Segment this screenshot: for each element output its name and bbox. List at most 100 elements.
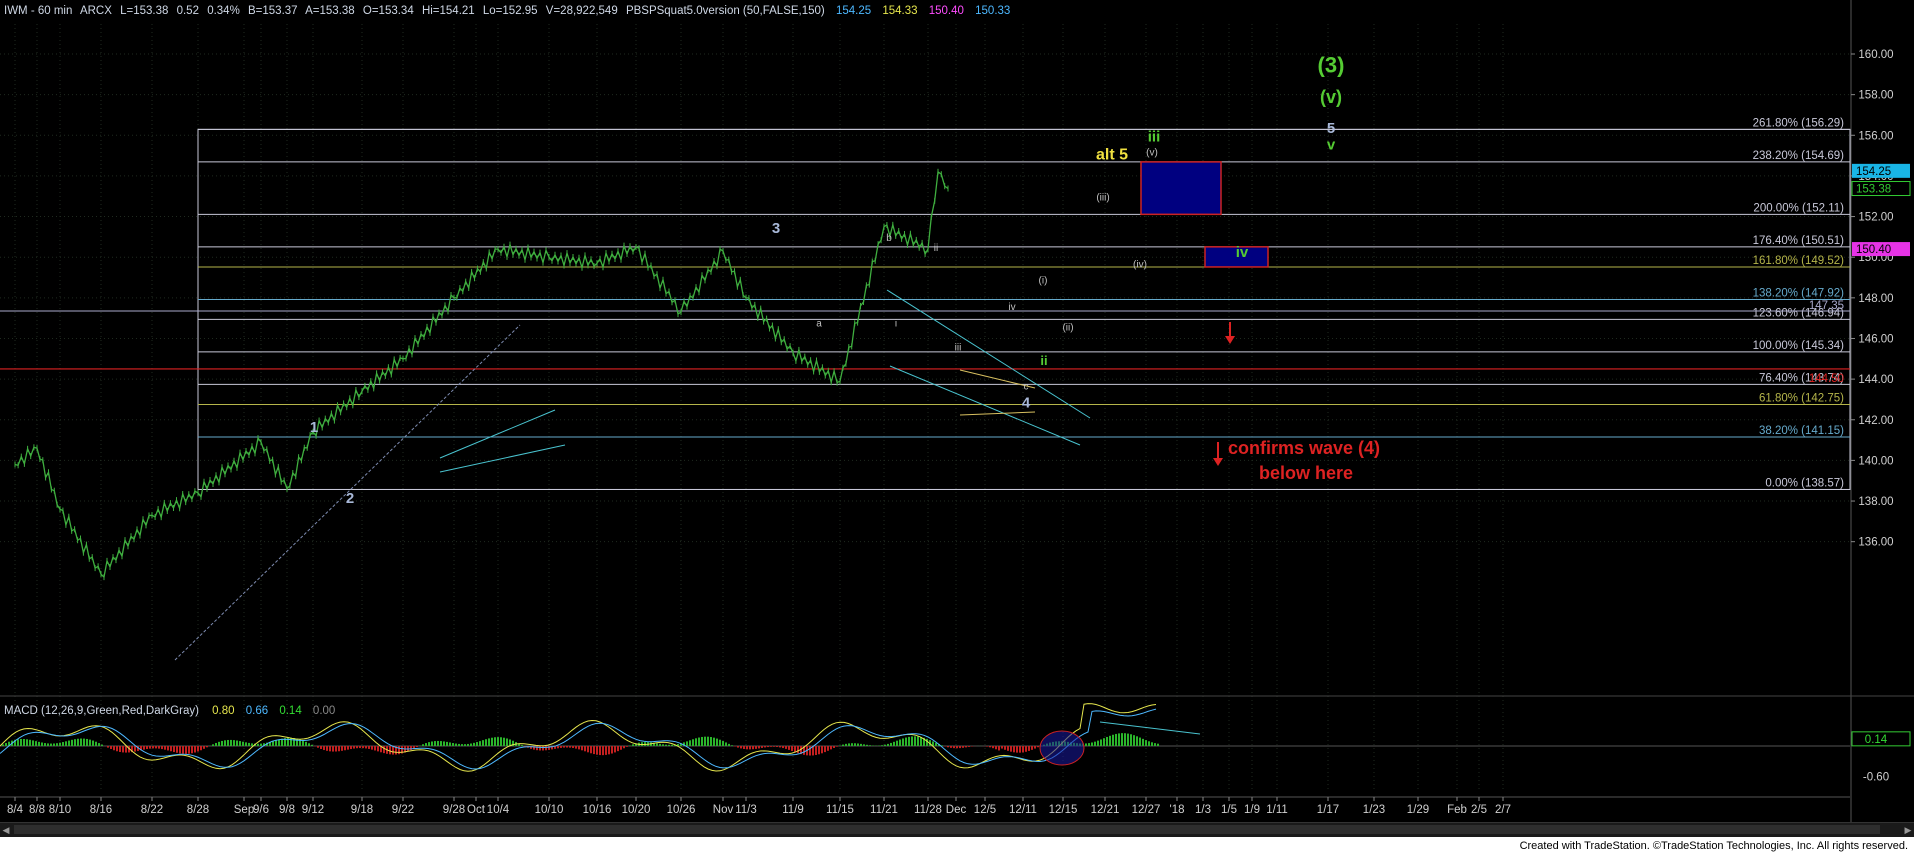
time-axis-label: 10/4 bbox=[487, 804, 510, 816]
time-axis-label: 9/6 bbox=[253, 804, 269, 816]
wave-label: (iv) bbox=[1133, 259, 1147, 270]
time-axis-label: 1/17 bbox=[1317, 804, 1339, 816]
wave-label: v bbox=[1327, 137, 1336, 154]
time-axis-label: 8/16 bbox=[90, 804, 112, 816]
wave-label: iii bbox=[955, 343, 962, 354]
wave-label: 5 bbox=[1327, 120, 1335, 137]
wave-label: c bbox=[1024, 381, 1029, 392]
time-axis-label: 11/28 bbox=[914, 804, 942, 816]
low-price: Lo=152.95 bbox=[483, 5, 538, 17]
wave-label: ii bbox=[934, 243, 938, 254]
time-axis-label: 12/5 bbox=[974, 804, 996, 816]
time-axis-label: 9/8 bbox=[279, 804, 295, 816]
time-axis-label: Dec bbox=[946, 804, 967, 816]
time-axis-label: 9/22 bbox=[392, 804, 414, 816]
symbol-label: IWM - 60 min bbox=[4, 5, 72, 17]
axis-tick-label: 140.00 bbox=[1858, 455, 1893, 467]
time-axis-label: 10/20 bbox=[622, 804, 651, 816]
time-axis-label: 8/28 bbox=[187, 804, 209, 816]
indicator-value-2: 154.33 bbox=[882, 5, 917, 17]
wave-label: (i) bbox=[1039, 276, 1048, 287]
fib-level-label: 61.80% (142.75) bbox=[1759, 393, 1844, 405]
chart-canvas[interactable]: 261.80% (156.29) 238.20% (154.69) 200.00% … bbox=[0, 0, 1914, 822]
wave-label: iv bbox=[1008, 302, 1015, 313]
time-axis-label: 11/21 bbox=[870, 804, 898, 816]
bid-price: B=153.37 bbox=[248, 5, 298, 17]
wave-label: a bbox=[816, 318, 822, 329]
time-axis-label: 8/8 bbox=[29, 804, 45, 816]
fib-level-label: 261.80% (156.29) bbox=[1753, 117, 1845, 129]
change-value: 0.52 bbox=[177, 5, 199, 17]
footer-bar: Created with TradeStation. ©TradeStation… bbox=[0, 837, 1914, 856]
axis-tick-label: 146.00 bbox=[1858, 333, 1893, 345]
price-axis[interactable]: 136.00 138.00 140.00 142.00 144.00 146.00 148.… bbox=[1850, 0, 1914, 822]
axis-marker-label: 153.38 bbox=[1856, 184, 1891, 196]
wave-label: 1 bbox=[310, 419, 318, 436]
axis-background bbox=[1851, 0, 1914, 822]
axis-tick-label: 152.00 bbox=[1858, 212, 1893, 224]
wave-label: 2 bbox=[346, 490, 354, 507]
last-price: L=153.38 bbox=[120, 5, 168, 17]
time-axis-label: Sep bbox=[234, 804, 254, 816]
macd-value-1: 0.80 bbox=[212, 705, 234, 717]
time-axis-label: 8/4 bbox=[7, 804, 24, 816]
time-axis-label: 12/21 bbox=[1091, 804, 1120, 816]
scroll-right-icon[interactable]: ▶ bbox=[1902, 823, 1914, 837]
axis-marker-label: 154.25 bbox=[1856, 166, 1891, 178]
fib-level-label: 200.00% (152.11) bbox=[1753, 202, 1844, 214]
time-axis-label: 10/10 bbox=[535, 804, 564, 816]
axis-tick-label: 138.00 bbox=[1858, 496, 1893, 508]
macd-axis-label: 0.14 bbox=[1865, 734, 1888, 746]
annotation-confirms-wave: confirms wave (4) bbox=[1228, 438, 1380, 458]
time-axis-label: Feb bbox=[1447, 804, 1467, 816]
time-axis-label: 1/29 bbox=[1407, 804, 1429, 816]
time-axis-label: '18 bbox=[1170, 804, 1185, 816]
time-axis-label: 8/10 bbox=[49, 804, 71, 816]
time-axis-label: 11/15 bbox=[826, 804, 854, 816]
scroll-left-icon[interactable]: ◀ bbox=[0, 823, 12, 837]
open-price: O=153.34 bbox=[363, 5, 414, 17]
macd-value-3: 0.14 bbox=[279, 705, 302, 717]
time-axis-label: 9/28 bbox=[443, 804, 465, 816]
change-pct: 0.34% bbox=[207, 5, 240, 17]
target-box bbox=[1140, 161, 1222, 216]
time-axis-label: 10/26 bbox=[667, 804, 696, 816]
time-axis-label: 12/15 bbox=[1049, 804, 1078, 816]
header-line: IWM - 60 min ARCX L=153.38 0.52 0.34% B=… bbox=[4, 5, 1010, 17]
axis-tick-label: 136.00 bbox=[1858, 537, 1893, 549]
exchange-label: ARCX bbox=[80, 5, 112, 17]
wave-label: (v) bbox=[1146, 148, 1158, 159]
fib-level-label: 100.00% (145.34) bbox=[1753, 340, 1845, 352]
time-axis-label: 9/18 bbox=[351, 804, 373, 816]
chart-background bbox=[0, 0, 1914, 822]
macd-value-4: 0.00 bbox=[313, 705, 335, 717]
macd-axis-label: -0.60 bbox=[1863, 772, 1889, 784]
wave-label: 4 bbox=[1022, 395, 1031, 412]
wave-label: ii bbox=[1040, 353, 1047, 368]
time-axis-label: 2/7 bbox=[1495, 804, 1511, 816]
time-axis-label: 11/9 bbox=[782, 804, 804, 816]
horizontal-scrollbar[interactable]: ◀ ▶ bbox=[0, 822, 1914, 837]
annotation-below-here: below here bbox=[1259, 463, 1353, 483]
scrollbar-thumb[interactable] bbox=[14, 825, 1880, 834]
macd-title: MACD (12,26,9,Green,Red,DarkGray) bbox=[4, 705, 199, 717]
axis-marker-label: 150.40 bbox=[1856, 244, 1891, 256]
fib-level-label: 176.40% (150.51) bbox=[1753, 235, 1845, 247]
volume-value: V=28,922,549 bbox=[546, 5, 618, 17]
axis-tick-label: 160.00 bbox=[1858, 49, 1893, 61]
macd-value-2: 0.66 bbox=[246, 705, 268, 717]
fib-level-label: 161.80% (149.52) bbox=[1753, 255, 1845, 267]
wave-label: i bbox=[895, 318, 897, 329]
wave-label: (v) bbox=[1320, 87, 1342, 107]
time-axis-label: 1/23 bbox=[1363, 804, 1385, 816]
wave-label: (iii) bbox=[1096, 192, 1109, 203]
price-chart[interactable]: 261.80% (156.29) 238.20% (154.69) 200.00% … bbox=[0, 0, 1914, 856]
time-axis-label: 1/11 bbox=[1266, 804, 1288, 816]
time-axis-label: 10/16 bbox=[583, 804, 612, 816]
indicator-name: PBSPSquat5.0version (50,FALSE,150) bbox=[626, 5, 825, 17]
level-label-147: 147.35 bbox=[1809, 300, 1844, 312]
wave-label: iv bbox=[1236, 244, 1249, 261]
axis-tick-label: 142.00 bbox=[1858, 415, 1893, 427]
indicator-value-4: 150.33 bbox=[975, 5, 1010, 17]
wave-label: 3 bbox=[772, 220, 780, 237]
